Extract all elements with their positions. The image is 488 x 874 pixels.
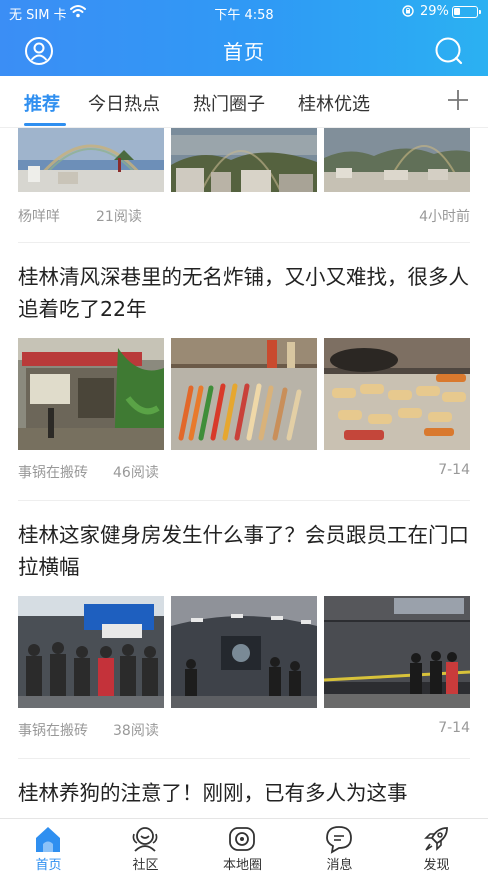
search-icon[interactable] xyxy=(434,36,464,66)
bottom-tab-label: 消息 xyxy=(326,858,353,873)
divider xyxy=(18,758,470,759)
bottom-tab-home[interactable]: 首页 xyxy=(0,819,97,874)
article-time: 7-14 xyxy=(438,462,470,478)
article-images xyxy=(18,128,470,192)
message-icon xyxy=(326,826,352,854)
article-read-count: 38阅读 xyxy=(113,723,159,739)
bottom-tab-label: 发现 xyxy=(423,858,450,873)
article-author[interactable]: 事锅在搬砖 xyxy=(18,462,88,482)
fried-skewers-photo[interactable] xyxy=(324,338,470,450)
article-headline[interactable]: 桂林清风深巷里的无名炸铺，又小又难找，很多人追着吃了22年 xyxy=(18,261,470,325)
bottom-tab-community[interactable]: 社区 xyxy=(97,819,194,874)
article-images xyxy=(18,338,470,450)
bottom-tab-label: 首页 xyxy=(35,858,62,873)
battery-fill xyxy=(454,8,460,15)
article-headline[interactable]: 桂林这家健身房发生什么事了？会员跟员工在门口拉横幅 xyxy=(18,519,470,583)
active-tab-indicator xyxy=(24,123,66,126)
article-card[interactable]: 桂林清风深巷里的无名炸铺，又小又难找，很多人追着吃了22年 事锅在搬砖 46阅读… xyxy=(18,261,470,481)
article-card[interactable]: 桂林这家健身房发生什么事了？会员跟员工在门口拉横幅 事锅在搬砖 38阅读 7-1… xyxy=(18,519,470,739)
article-card[interactable]: 桂林养狗的注意了！刚刚，已有多人为这事 xyxy=(18,777,470,818)
rocket-icon xyxy=(424,827,448,851)
status-bar: 无 SIM 卡 下午 4:58 29% xyxy=(0,0,488,24)
top-bar: 无 SIM 卡 下午 4:58 29% 首页 xyxy=(0,0,488,76)
article-meta: 事锅在搬砖 38阅读 7-14 xyxy=(18,720,470,740)
rainbow-city-photo[interactable] xyxy=(171,128,317,192)
battery-percent: 29% xyxy=(420,4,449,19)
divider xyxy=(18,242,470,243)
rainbow-photo[interactable] xyxy=(18,128,164,192)
article-meta: 事锅在搬砖 46阅读 7-14 xyxy=(18,462,470,482)
page-title: 首页 xyxy=(223,40,265,64)
bottom-tab-messages[interactable]: 消息 xyxy=(291,819,388,874)
community-icon xyxy=(132,827,158,852)
article-time: 7-14 xyxy=(438,720,470,736)
app-screen: 无 SIM 卡 下午 4:58 29% 首页 推荐 今日热点 热门圈子 桂林优选… xyxy=(0,0,488,874)
gym-entrance-photo[interactable] xyxy=(324,596,470,708)
article-author[interactable]: 事锅在搬砖 xyxy=(18,720,88,740)
bottom-tab-discover[interactable]: 发现 xyxy=(388,819,485,874)
article-read-count: 21阅读 xyxy=(96,209,142,225)
rotation-lock-icon xyxy=(402,5,414,17)
category-tabs: 推荐 今日热点 热门圈子 桂林优选 xyxy=(0,76,488,128)
article-author[interactable]: 杨咩咩 xyxy=(18,206,60,226)
tab-hot-circles[interactable]: 热门圈子 xyxy=(193,90,265,116)
tab-recommend[interactable]: 推荐 xyxy=(24,90,60,116)
alley-shop-photo[interactable] xyxy=(18,338,164,450)
tab-today-hot[interactable]: 今日热点 xyxy=(88,90,160,116)
article-read-count: 46阅读 xyxy=(113,465,159,481)
news-feed[interactable]: 杨咩咩 21阅读 4小时前 桂林清风深巷里的无名炸铺，又小又难找，很多人追着吃了… xyxy=(0,128,488,818)
bottom-tab-local-circle[interactable]: 本地圈 xyxy=(194,819,291,874)
gym-crowd-photo[interactable] xyxy=(18,596,164,708)
local-circle-icon xyxy=(229,827,255,851)
status-time: 下午 4:58 xyxy=(214,8,274,23)
battery-icon xyxy=(452,6,481,18)
bottom-tab-bar: 首页 社区 本地圈 消息 发现 xyxy=(0,818,488,874)
rainbow-hills-photo[interactable] xyxy=(324,128,470,192)
gym-interior-photo[interactable] xyxy=(171,596,317,708)
article-images xyxy=(18,596,470,708)
bottom-tab-label: 社区 xyxy=(132,858,159,873)
nav-bar: 首页 xyxy=(0,24,488,76)
plus-icon[interactable] xyxy=(446,88,470,112)
bottom-tab-label: 本地圈 xyxy=(222,858,262,873)
home-icon xyxy=(36,827,60,852)
tab-guilin-select[interactable]: 桂林优选 xyxy=(298,90,370,116)
article-meta: 杨咩咩 21阅读 4小时前 xyxy=(18,206,470,226)
article-headline[interactable]: 桂林养狗的注意了！刚刚，已有多人为这事 xyxy=(18,777,470,818)
skewers-photo[interactable] xyxy=(171,338,317,450)
divider xyxy=(18,500,470,501)
article-time: 4小时前 xyxy=(419,209,470,225)
